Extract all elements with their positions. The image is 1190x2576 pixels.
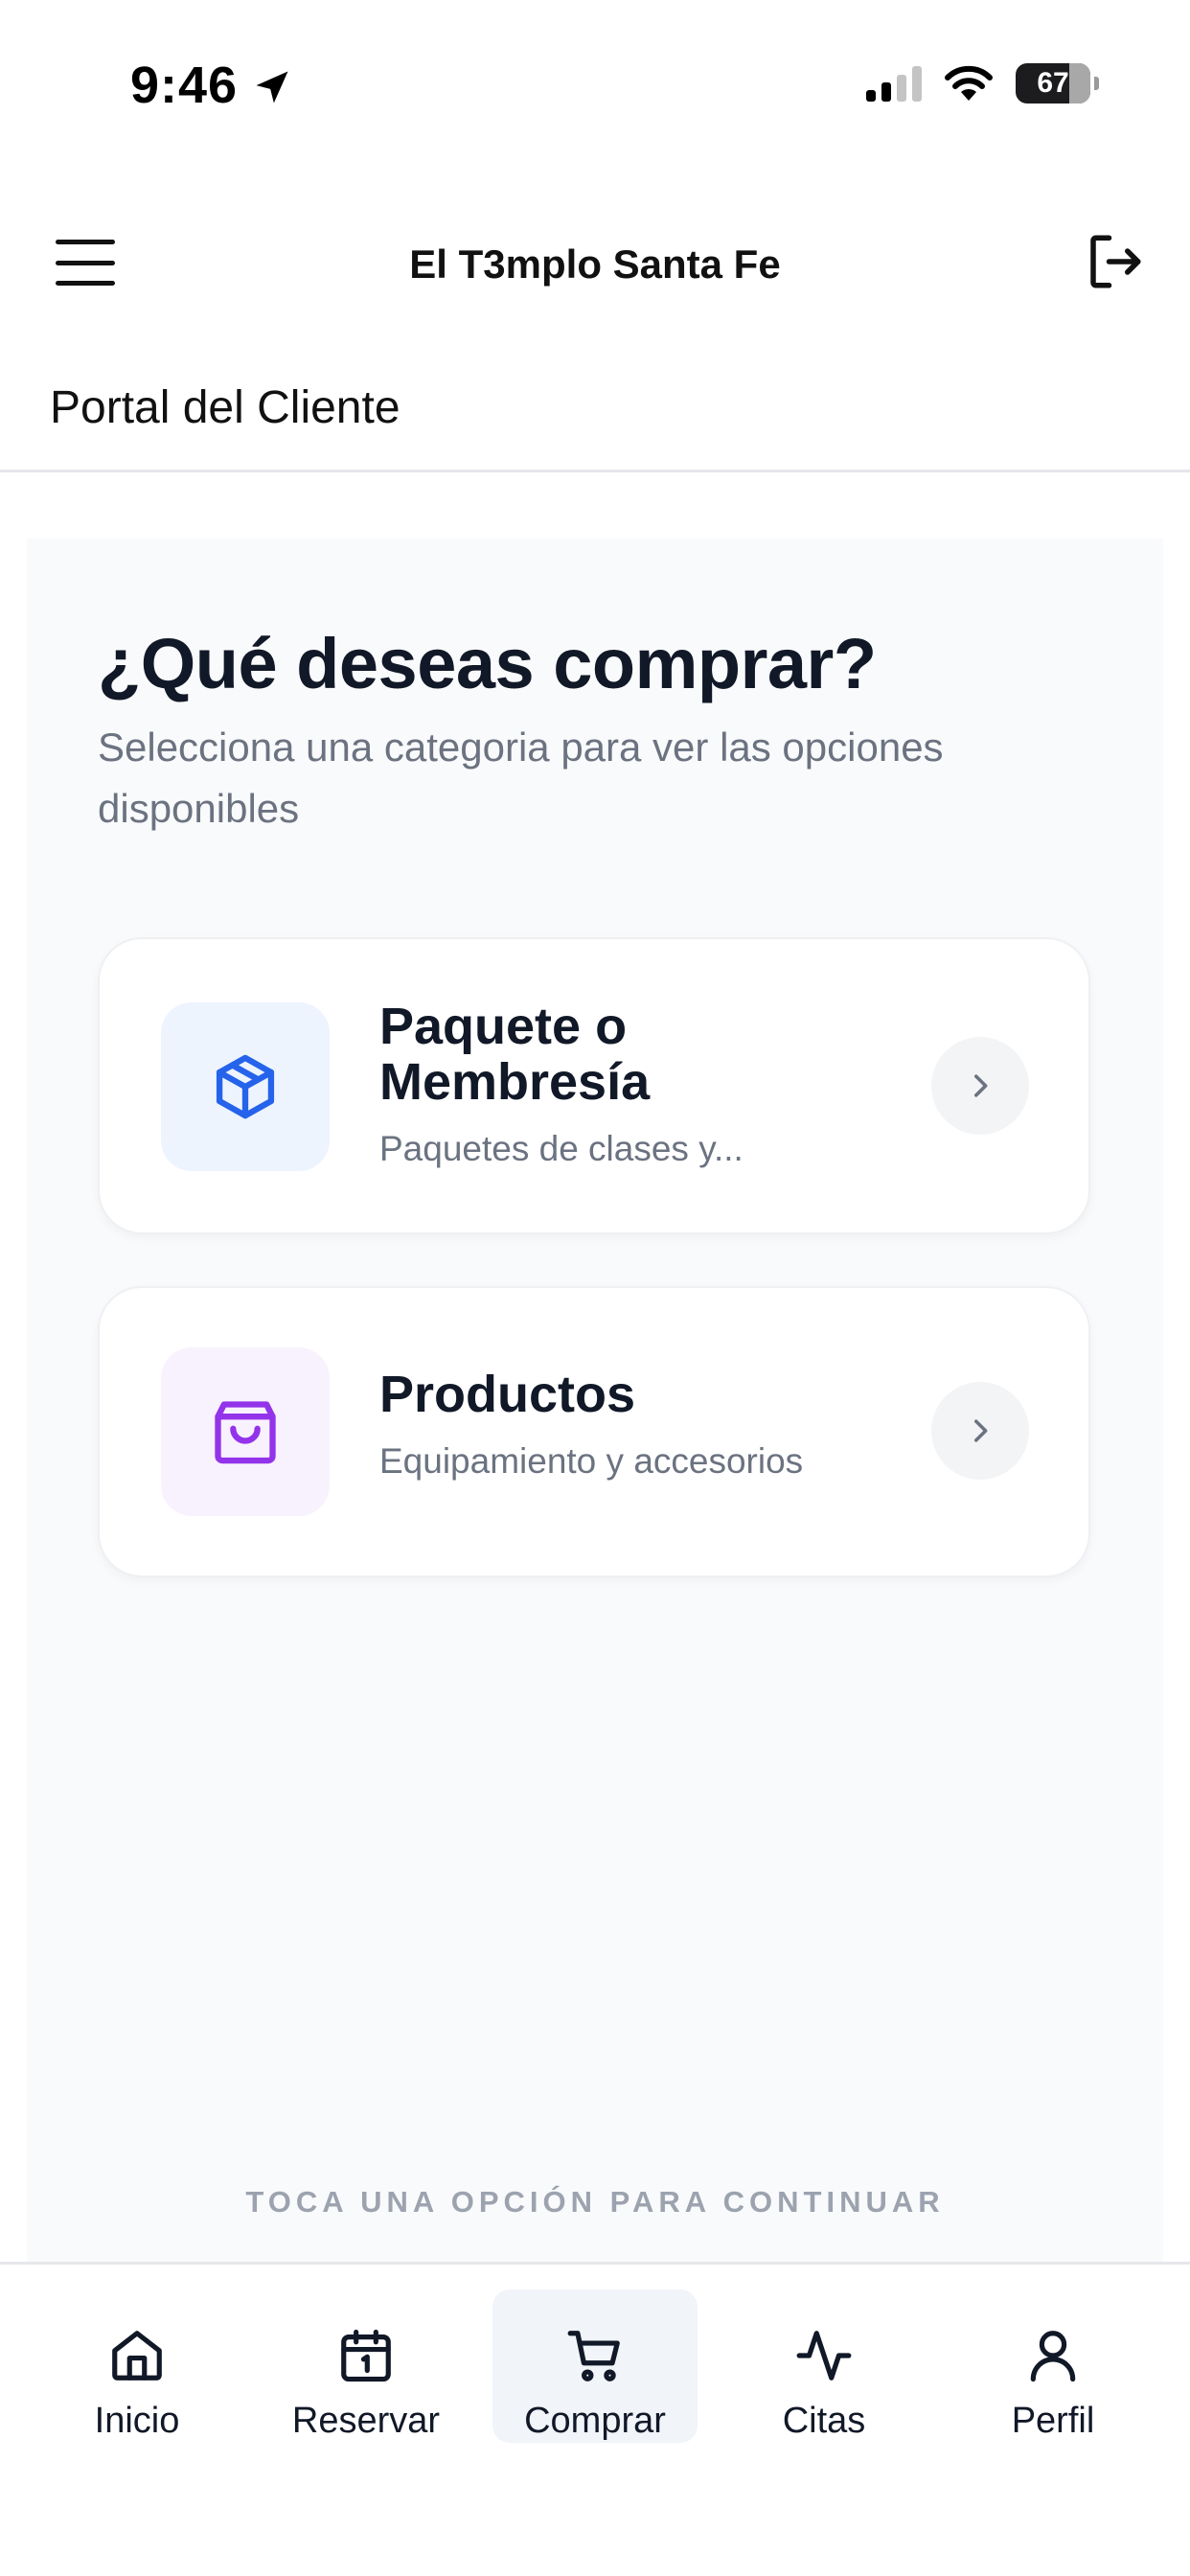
portal-label: Portal del Cliente [50, 382, 400, 433]
status-time: 9:46 [130, 57, 239, 114]
package-box-icon [216, 1054, 275, 1119]
app-header: El T3mplo Santa Fe [0, 211, 1190, 316]
category-text: Productos Equipamiento y accesorios [379, 1367, 878, 1482]
divider [0, 470, 1190, 472]
category-text: Paquete o Membresía Paquetes de clases y… [379, 999, 878, 1169]
calendar-icon [341, 2329, 391, 2382]
nav-label: Perfil [1011, 2401, 1095, 2441]
nav-label: Citas [782, 2401, 866, 2441]
nav-item-comprar[interactable]: Comprar [492, 2289, 698, 2443]
app-title: El T3mplo Santa Fe [409, 242, 781, 287]
category-description: Equipamiento y accesorios [379, 1441, 804, 1481]
wifi-icon [945, 65, 993, 101]
shopping-bag-icon [215, 1401, 276, 1464]
nav-item-reservar[interactable]: Reservar [263, 2289, 469, 2443]
category-card-packages[interactable]: Paquete o Membresía Paquetes de clases y… [98, 937, 1090, 1234]
logout-icon[interactable] [1083, 230, 1146, 293]
status-indicators: 67 [866, 63, 1099, 104]
shopping-cart-icon [567, 2331, 620, 2381]
status-bar: 9:46 67 [0, 0, 1190, 172]
chevron-right-icon[interactable] [931, 1382, 1029, 1480]
category-icon-box [161, 1347, 330, 1516]
category-title: Productos [379, 1366, 636, 1423]
activity-pulse-icon [796, 2331, 852, 2380]
home-icon [112, 2331, 162, 2380]
category-description: Paquetes de clases y... [379, 1129, 744, 1168]
hint-text: TOCA UNA OPCIÓN PARA CONTINUAR [245, 2185, 945, 2219]
battery-level: 67 [1037, 67, 1069, 99]
nav-label: Inicio [94, 2401, 180, 2441]
bottom-nav: Inicio Reservar Comprar Citas Perfil [0, 2265, 1190, 2576]
cellular-signal-icon [866, 65, 922, 102]
page-subtitle: Selecciona una categoria para ver las op… [98, 724, 944, 831]
status-time-group: 9:46 [130, 56, 293, 115]
nav-item-perfil[interactable]: Perfil [950, 2289, 1156, 2443]
category-card-products[interactable]: Productos Equipamiento y accesorios [98, 1286, 1090, 1577]
chevron-right-icon[interactable] [931, 1037, 1029, 1135]
nav-item-inicio[interactable]: Inicio [34, 2289, 240, 2443]
purchase-panel: ¿Qué deseas comprar? Selecciona una cate… [27, 539, 1163, 2264]
location-arrow-icon [256, 71, 288, 104]
category-icon-box [161, 1002, 330, 1171]
battery-indicator: 67 [1016, 63, 1099, 104]
nav-label: Reservar [291, 2401, 441, 2441]
category-title: Paquete o Membresía [379, 998, 651, 1111]
nav-label: Comprar [524, 2401, 666, 2441]
nav-item-citas[interactable]: Citas [721, 2289, 927, 2443]
page-title: ¿Qué deseas comprar? [98, 624, 877, 703]
user-icon [1030, 2331, 1076, 2382]
